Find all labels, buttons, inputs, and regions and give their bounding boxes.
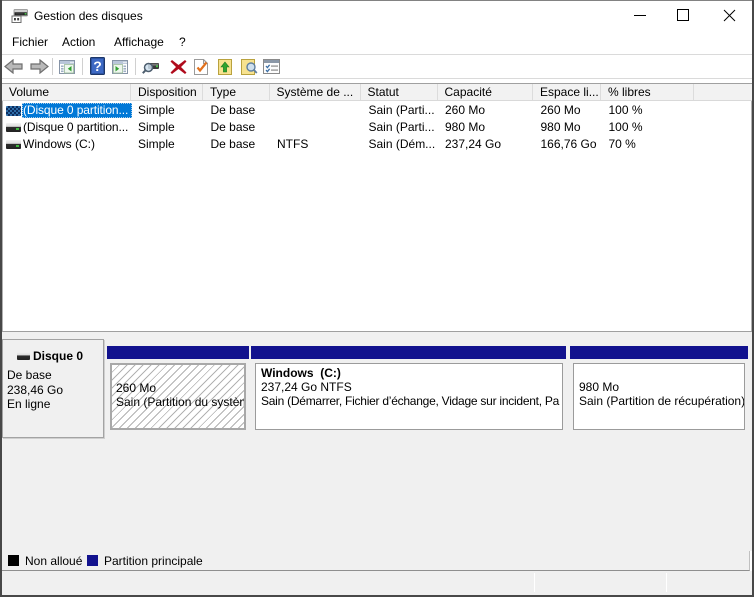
svg-text:?: ? bbox=[93, 58, 102, 74]
